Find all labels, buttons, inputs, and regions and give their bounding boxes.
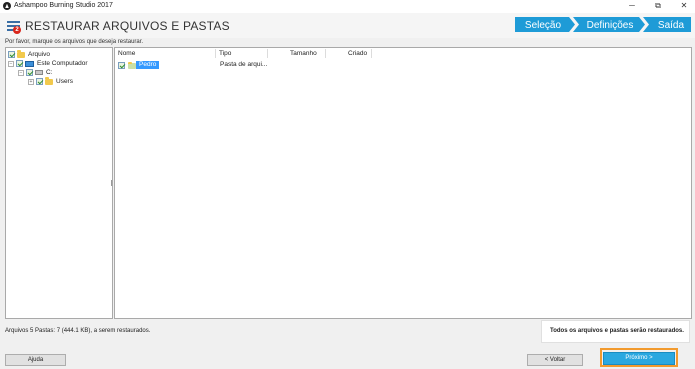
- app-logo-icon: [3, 2, 11, 10]
- collapse-icon[interactable]: −: [8, 60, 14, 67]
- help-button[interactable]: Ajuda: [5, 354, 66, 366]
- folder-icon: [45, 77, 53, 85]
- column-header-nome[interactable]: Nome: [118, 49, 135, 58]
- step-saida: Saída: [643, 17, 691, 32]
- tree-item-label: Este Computador: [37, 60, 88, 67]
- drive-icon: [35, 70, 43, 75]
- column-separator[interactable]: [325, 49, 326, 58]
- status-message: Todos os arquivos e pastas serão restaur…: [550, 328, 684, 334]
- column-header-tipo[interactable]: Tipo: [219, 49, 231, 58]
- step-saida-label: Saída: [658, 20, 685, 31]
- step-indicator: Seleção Definições Saída: [515, 17, 691, 32]
- file-list[interactable]: Nome Tipo Tamanho Criado Pedro Pasta de …: [114, 47, 692, 319]
- tree-item-arquivo[interactable]: Arquivo: [8, 50, 50, 59]
- next-button[interactable]: Próximo >: [603, 352, 675, 365]
- folder-icon: [128, 61, 136, 69]
- expand-icon[interactable]: +: [28, 78, 34, 85]
- tree-item-users[interactable]: + Users: [28, 77, 73, 86]
- drive-c-checkbox[interactable]: [26, 69, 33, 76]
- column-separator[interactable]: [267, 49, 268, 58]
- step-selecao: Seleção: [515, 17, 575, 32]
- window-titlebar: Ashampoo Burning Studio 2017 ─ ⧉ ✕: [0, 0, 695, 13]
- folder-icon: [17, 50, 25, 58]
- column-separator[interactable]: [371, 49, 372, 58]
- window-title: Ashampoo Burning Studio 2017: [14, 2, 113, 9]
- status-message-box: Todos os arquivos e pastas serão restaur…: [541, 320, 690, 343]
- column-header-criado[interactable]: Criado: [348, 49, 367, 58]
- column-header-tamanho[interactable]: Tamanho: [290, 49, 317, 58]
- tree-item-label: Users: [56, 78, 73, 85]
- notification-badge: 2: [13, 26, 21, 34]
- arquivo-checkbox[interactable]: [8, 51, 15, 58]
- tree-item-este-computador[interactable]: − Este Computador: [8, 59, 88, 68]
- list-item-type: Pasta de arqui...: [220, 61, 268, 68]
- list-item[interactable]: Pedro Pasta de arqui...: [116, 60, 690, 70]
- folder-tree[interactable]: Arquivo − Este Computador − C: + Users: [5, 47, 113, 319]
- column-separator[interactable]: [215, 49, 216, 58]
- tree-item-drive-c[interactable]: − C:: [18, 68, 53, 77]
- step-definicoes-label: Definições: [587, 20, 634, 31]
- computer-icon: [25, 60, 34, 67]
- tree-item-label: C:: [46, 69, 53, 76]
- step-selecao-label: Seleção: [525, 20, 562, 31]
- instruction-text: Por favor, marque os arquivos que deseja…: [5, 39, 144, 45]
- restore-button[interactable]: ⧉: [651, 1, 665, 11]
- close-button[interactable]: ✕: [677, 1, 691, 11]
- minimize-button[interactable]: ─: [625, 1, 639, 11]
- page-title: RESTAURAR ARQUIVOS E PASTAS: [25, 19, 230, 33]
- back-button[interactable]: < Voltar: [527, 354, 583, 366]
- este-computador-checkbox[interactable]: [16, 60, 23, 67]
- tree-item-label: Arquivo: [28, 51, 51, 58]
- list-item-name[interactable]: Pedro: [136, 61, 160, 69]
- step-definicoes: Definições: [573, 17, 645, 32]
- pedro-checkbox[interactable]: [118, 62, 125, 69]
- users-checkbox[interactable]: [36, 78, 43, 85]
- collapse-icon[interactable]: −: [18, 69, 24, 76]
- status-summary: Arquivos 5 Pastas: 7 (444.1 KB), a serem…: [5, 328, 151, 334]
